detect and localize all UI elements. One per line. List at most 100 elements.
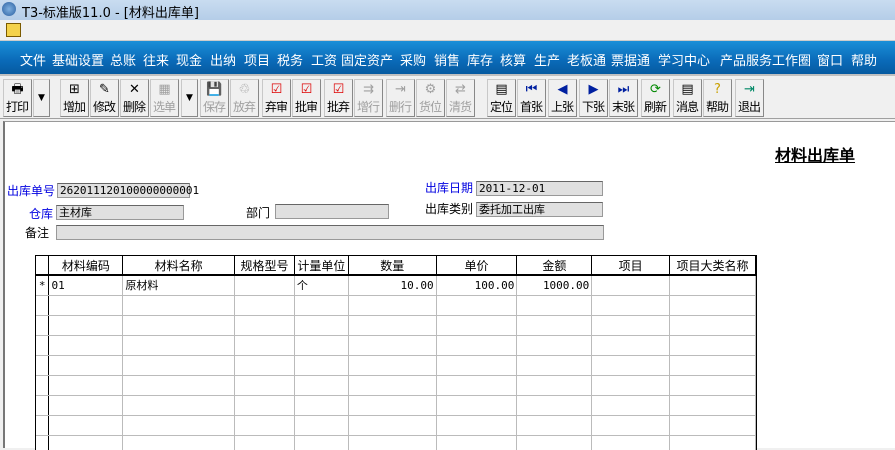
menu-item[interactable]: 核算 [500,50,526,69]
grid-cell[interactable] [348,315,437,336]
grid-cell[interactable] [122,355,235,376]
grid-cell[interactable] [48,335,124,356]
grid-cell[interactable] [234,395,295,416]
column-header[interactable]: 金额 [516,256,593,276]
menu-item[interactable]: 基础设置 [52,50,104,69]
row-selector[interactable] [36,295,50,316]
remark-field[interactable] [56,225,604,240]
column-header[interactable]: 项目大类名称 [669,256,756,276]
grid-cell[interactable] [294,335,349,356]
type-field[interactable]: 委托加工出库 [476,202,603,217]
location-button[interactable]: ⚙ 货位 [416,79,445,117]
table-row[interactable]: * 01 原材料 个 10.00 100.00 1000.00 [36,275,756,296]
menu-item[interactable]: 往来 [143,50,169,69]
menu-item[interactable]: 销售 [434,50,460,69]
grid-cell[interactable] [591,355,671,376]
row-selector[interactable] [36,375,50,396]
menu-item[interactable]: 税务 [277,50,303,69]
discard-button[interactable]: ♲ 放弃 [230,79,259,117]
print-dropdown-arrow-icon[interactable]: ▼ [33,79,50,117]
grid-cell[interactable] [436,375,518,396]
menu-item[interactable]: 窗口 [817,50,843,69]
grid-cell[interactable] [48,355,124,376]
grid-cell[interactable]: 100.00 [436,275,518,296]
grid-cell[interactable] [234,375,295,396]
grid-cell[interactable] [516,315,593,336]
exit-button[interactable]: ⇥ 退出 [735,79,764,117]
grid-cell[interactable] [436,295,518,316]
row-selector[interactable] [36,335,50,356]
detail-grid[interactable]: 材料编码 材料名称 规格型号 计量单位 数量 单价 金额 项目 项目大类名称 * 01 原材料个 10.… [35,255,757,450]
add-button[interactable]: ⊞ 增加 [60,79,89,117]
grid-cell[interactable] [436,415,518,436]
grid-cell[interactable] [234,415,295,436]
grid-cell[interactable] [669,335,756,356]
grid-cell[interactable] [436,395,518,416]
edit-button[interactable]: ✎ 修改 [90,79,119,117]
column-header[interactable]: 计量单位 [294,256,349,276]
grid-cell[interactable] [348,415,437,436]
document-icon[interactable] [6,23,21,37]
locate-button[interactable]: ▤ 定位 [487,79,516,117]
grid-cell[interactable] [122,335,235,356]
batch-audit-button[interactable]: ☑ 批审 [292,79,321,117]
grid-cell[interactable] [436,315,518,336]
grid-cell[interactable] [516,375,593,396]
menu-item[interactable]: 产品服务 [720,50,772,69]
menu-item[interactable]: 工资 [311,50,337,69]
grid-cell[interactable] [122,395,235,416]
menu-item[interactable]: 采购 [400,50,426,69]
menu-item[interactable]: 生产 [534,50,560,69]
grid-cell[interactable] [294,415,349,436]
grid-cell[interactable] [516,355,593,376]
grid-cell[interactable] [122,375,235,396]
grid-cell[interactable] [591,295,671,316]
grid-cell[interactable]: 1000.00 [516,275,593,296]
table-row[interactable] [36,315,756,336]
menu-item[interactable]: 现金 [176,50,202,69]
message-button[interactable]: ▤ 消息 [673,79,702,117]
grid-cell[interactable] [294,315,349,336]
grid-cell[interactable] [591,395,671,416]
grid-cell[interactable] [669,355,756,376]
grid-cell[interactable] [669,415,756,436]
grid-cell[interactable] [436,355,518,376]
grid-cell[interactable] [591,315,671,336]
printer-button[interactable]: 🖶 打印 [3,79,32,117]
grid-cell[interactable] [516,415,593,436]
grid-cell[interactable] [234,355,295,376]
grid-cell[interactable] [294,375,349,396]
column-header[interactable]: 规格型号 [234,256,295,276]
prev-button[interactable]: ◀ 上张 [548,79,577,117]
grid-cell[interactable] [669,395,756,416]
grid-cell[interactable] [348,395,437,416]
grid-cell[interactable] [348,355,437,376]
grid-cell[interactable] [591,375,671,396]
grid-cell[interactable] [122,415,235,436]
grid-cell[interactable] [591,415,671,436]
add-row-button[interactable]: ⇉ 增行 [354,79,383,117]
date-field[interactable]: 2011-12-01 [476,181,603,196]
first-button[interactable]: ⏮ 首张 [517,79,546,117]
table-row[interactable] [36,415,756,436]
grid-cell[interactable] [234,315,295,336]
grid-cell[interactable] [516,395,593,416]
refresh-button[interactable]: ⟳ 刷新 [641,79,670,117]
menu-item[interactable]: 工作圈 [772,50,811,69]
grid-cell[interactable] [669,275,756,296]
select-button[interactable]: ▦ 选单 [150,79,179,117]
menu-item[interactable]: 学习中心 [658,50,710,69]
menu-item[interactable]: 固定资产 [341,50,393,69]
menu-item[interactable]: 库存 [467,50,493,69]
column-header[interactable]: 材料名称 [122,256,235,276]
clear-button[interactable]: ⇄ 清货 [446,79,475,117]
column-header[interactable]: 材料编码 [48,256,124,276]
table-row[interactable] [36,375,756,396]
grid-cell[interactable] [669,295,756,316]
grid-cell[interactable] [436,335,518,356]
grid-cell[interactable] [234,295,295,316]
grid-cell[interactable] [669,315,756,336]
grid-cell[interactable] [348,375,437,396]
grid-cell[interactable] [294,395,349,416]
menu-item[interactable]: 出纳 [210,50,236,69]
